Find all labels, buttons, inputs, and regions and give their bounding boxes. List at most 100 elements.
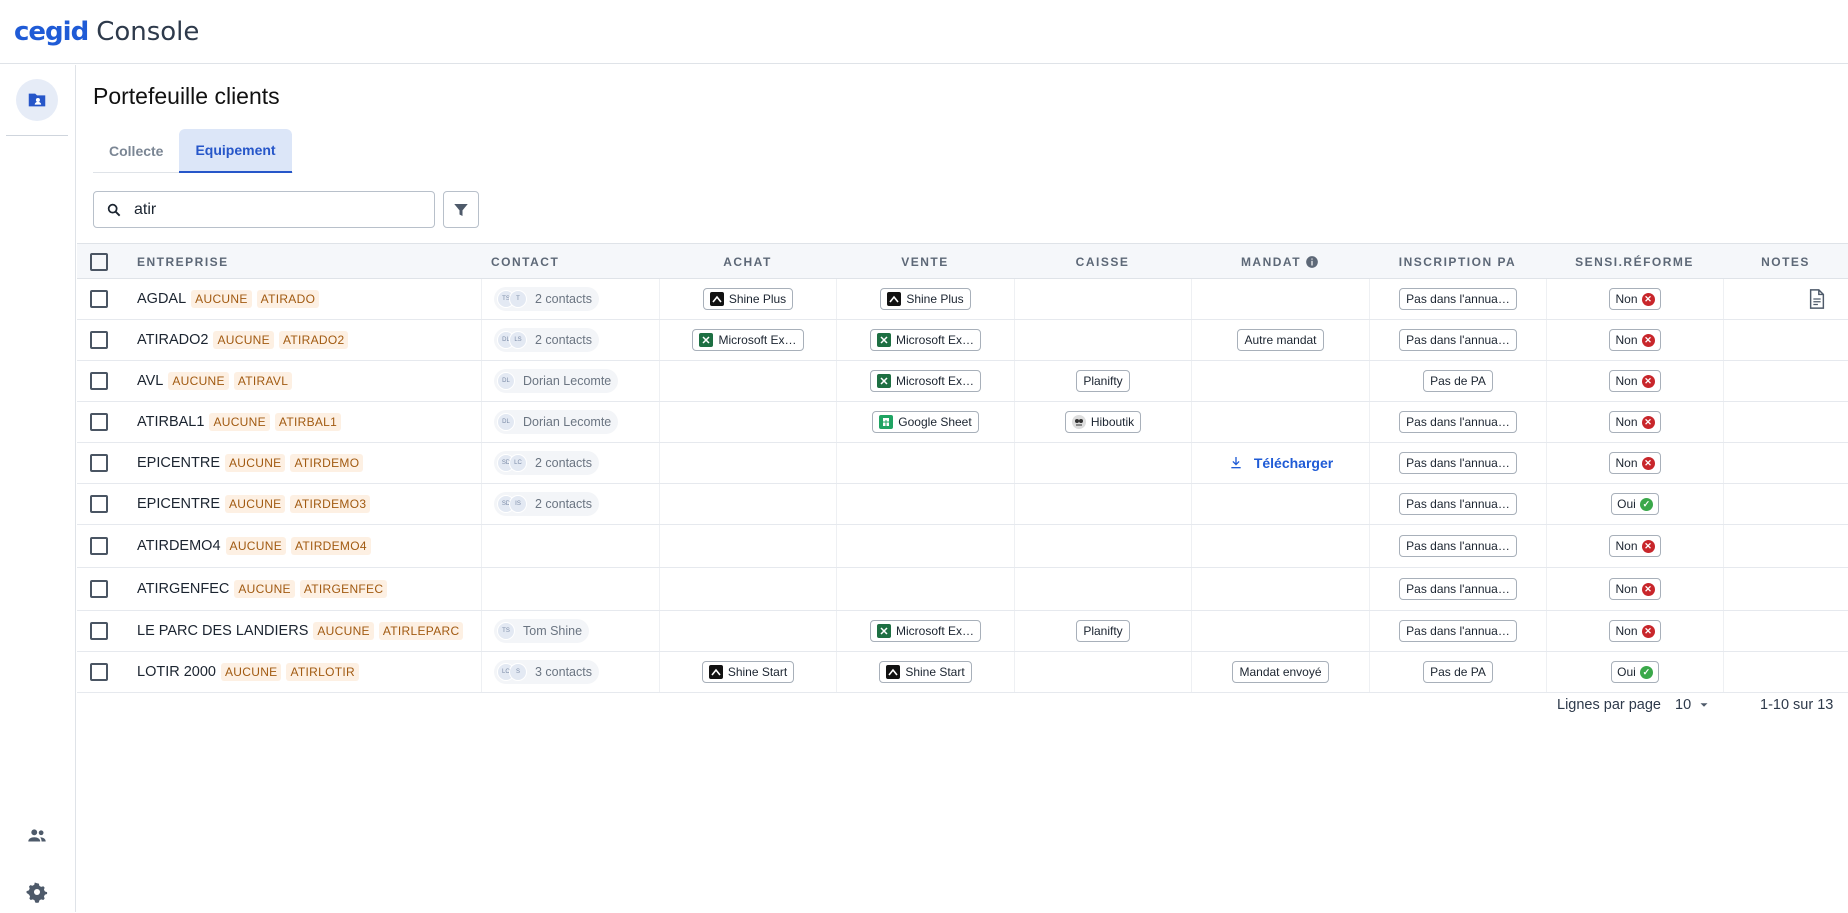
table-row[interactable]: AVL AUCUNE ATIRAVL DL Dorian Lecomte Microsof… xyxy=(77,361,1848,402)
row-checkbox[interactable] xyxy=(90,622,108,640)
download-mandat-link[interactable]: Télécharger xyxy=(1228,455,1333,471)
table-row[interactable]: ATIRBAL1 AUCUNE ATIRBAL1 DL Dorian Lecomte Go… xyxy=(77,402,1848,443)
vente-tool-chip[interactable]: Shine Plus xyxy=(880,288,971,310)
tab-equipement[interactable]: Equipement xyxy=(179,129,292,173)
table-row[interactable]: AGDAL AUCUNE ATIRADO TS T 2 contacts Shine Plu… xyxy=(77,279,1848,320)
row-checkbox[interactable] xyxy=(90,580,108,598)
row-checkbox[interactable] xyxy=(90,454,108,472)
inscription-pa-chip[interactable]: Pas dans l'annua… xyxy=(1399,493,1517,515)
contact-chip[interactable]: LO S 3 contacts xyxy=(494,660,599,684)
contact-chip[interactable]: DL Dorian Lecomte xyxy=(494,410,619,434)
table-row[interactable]: ATIRGENFEC AUCUNE ATIRGENFEC Pas dans l'ann… xyxy=(77,568,1848,611)
achat-tool-chip[interactable]: Shine Plus xyxy=(702,288,794,310)
col-mandat[interactable]: MANDAT xyxy=(1191,244,1369,279)
contact-chip[interactable]: DL LS 2 contacts xyxy=(494,328,599,352)
document-icon[interactable] xyxy=(1808,289,1826,309)
inscription-pa-chip[interactable]: Pas dans l'annua… xyxy=(1399,411,1517,433)
inscription-pa-chip[interactable]: Pas dans l'annua… xyxy=(1399,288,1517,310)
achat-tool-chip[interactable]: Shine Start xyxy=(701,661,795,683)
contact-label: Tom Shine xyxy=(523,624,583,638)
col-entreprise[interactable]: ENTREPRISE xyxy=(137,244,229,279)
company-name[interactable]: AVL xyxy=(137,373,163,389)
table-row[interactable]: ATIRADO2 AUCUNE ATIRADO2 DL LS 2 contacts Micr… xyxy=(77,320,1848,361)
sensi-reforme-badge[interactable]: Oui ✓ xyxy=(1611,661,1659,683)
col-contact[interactable]: CONTACT xyxy=(491,244,559,279)
contact-chip[interactable]: TS Tom Shine xyxy=(494,619,590,643)
col-notes[interactable]: NOTES xyxy=(1723,244,1848,279)
inscription-pa-chip[interactable]: Pas dans l'annua… xyxy=(1399,329,1517,351)
row-checkbox[interactable] xyxy=(90,495,108,513)
inscription-pa-chip[interactable]: Pas dans l'annua… xyxy=(1399,578,1517,600)
company-name[interactable]: ATIRBAL1 xyxy=(137,414,204,430)
col-sensi[interactable]: SENSI.RÉFORME xyxy=(1546,244,1723,279)
sensi-reforme-badge[interactable]: Non ✕ xyxy=(1609,620,1661,642)
search-input[interactable] xyxy=(134,200,414,219)
inscription-pa-chip[interactable]: Pas dans l'annua… xyxy=(1399,620,1517,642)
sensi-reforme-badge[interactable]: Non ✕ xyxy=(1609,535,1661,557)
settings-nav-button[interactable] xyxy=(16,871,58,913)
sensi-reforme-badge[interactable]: Non ✕ xyxy=(1609,288,1661,310)
users-nav-button[interactable] xyxy=(16,815,58,857)
row-checkbox[interactable] xyxy=(90,663,108,681)
shine-logo-icon xyxy=(886,665,901,679)
company-name[interactable]: LOTIR 2000 xyxy=(137,664,216,680)
select-all-checkbox[interactable] xyxy=(90,252,108,271)
table-row[interactable]: ATIRDEMO4 AUCUNE ATIRDEMO4 Pas dans l'annua… xyxy=(77,525,1848,568)
top-bar: cegid Console xyxy=(0,0,1848,64)
sensi-reforme-label: Oui xyxy=(1617,665,1636,679)
company-name[interactable]: ATIRGENFEC xyxy=(137,581,229,597)
company-name[interactable]: EPICENTRE xyxy=(137,496,220,512)
vente-tool-chip[interactable]: Microsoft Ex… xyxy=(869,329,981,351)
company-name[interactable]: LE PARC DES LANDIERS xyxy=(137,623,308,639)
caisse-tool-chip[interactable]: Planifty xyxy=(1076,620,1130,642)
row-checkbox[interactable] xyxy=(90,413,108,431)
table-row[interactable]: LE PARC DES LANDIERS AUCUNE ATIRLEPARC TS To… xyxy=(77,611,1848,652)
row-checkbox[interactable] xyxy=(90,331,108,349)
hiboutik-logo-icon xyxy=(1071,415,1086,429)
vente-tool-chip[interactable]: Microsoft Ex… xyxy=(869,370,981,392)
mandat-status-chip[interactable]: Mandat envoyé xyxy=(1232,661,1329,683)
contact-chip[interactable]: DL Dorian Lecomte xyxy=(494,369,619,393)
sensi-reforme-badge[interactable]: Non ✕ xyxy=(1609,578,1661,600)
info-icon[interactable] xyxy=(1305,255,1319,269)
vente-tool-chip[interactable]: Microsoft Ex… xyxy=(869,620,981,642)
sensi-reforme-badge[interactable]: Oui ✓ xyxy=(1611,493,1659,515)
col-caisse[interactable]: CAISSE xyxy=(1014,244,1191,279)
sensi-reforme-badge[interactable]: Non ✕ xyxy=(1609,329,1661,351)
company-name[interactable]: ATIRDEMO4 xyxy=(137,538,221,554)
company-name[interactable]: ATIRADO2 xyxy=(137,332,208,348)
achat-tool-chip[interactable]: Microsoft Ex… xyxy=(692,329,804,351)
filter-button[interactable] xyxy=(443,191,479,228)
contact-chip[interactable]: TS T 2 contacts xyxy=(494,287,599,311)
caisse-tool-chip[interactable]: Planifty xyxy=(1076,370,1130,392)
caisse-tool-chip[interactable]: Hiboutik xyxy=(1064,411,1142,433)
sensi-reforme-badge[interactable]: Non ✕ xyxy=(1609,411,1661,433)
table-row[interactable]: EPICENTRE AUCUNE ATIRDEMO SD LC 2 contacts Tél… xyxy=(77,443,1848,484)
table-row[interactable]: EPICENTRE AUCUNE ATIRDEMO3 SD IS 2 contacts Pa… xyxy=(77,484,1848,525)
row-checkbox[interactable] xyxy=(90,537,108,555)
inscription-pa-chip[interactable]: Pas de PA xyxy=(1423,661,1493,683)
row-checkbox[interactable] xyxy=(90,290,108,308)
sensi-reforme-label: Oui xyxy=(1617,497,1636,511)
vente-tool-chip[interactable]: Shine Start xyxy=(879,661,972,683)
company-name[interactable]: EPICENTRE xyxy=(137,455,220,471)
col-inscription[interactable]: INSCRIPTION PA xyxy=(1369,244,1546,279)
avatar: DL xyxy=(497,413,515,431)
sensi-reforme-badge[interactable]: Non ✕ xyxy=(1609,452,1661,474)
inscription-pa-chip[interactable]: Pas dans l'annua… xyxy=(1399,452,1517,474)
company-name[interactable]: AGDAL xyxy=(137,291,186,307)
rows-per-page-select[interactable]: 10 xyxy=(1675,697,1711,713)
row-checkbox[interactable] xyxy=(90,372,108,390)
contact-chip[interactable]: SD LC 2 contacts xyxy=(494,451,599,475)
col-vente[interactable]: VENTE xyxy=(836,244,1014,279)
client-portfolio-nav-button[interactable] xyxy=(16,79,58,121)
inscription-pa-chip[interactable]: Pas de PA xyxy=(1423,370,1493,392)
mandat-status-chip[interactable]: Autre mandat xyxy=(1237,329,1324,351)
contact-chip[interactable]: SD IS 2 contacts xyxy=(494,492,599,516)
tab-collecte[interactable]: Collecte xyxy=(93,129,179,173)
vente-tool-chip[interactable]: Google Sheet xyxy=(872,411,979,433)
col-achat[interactable]: ACHAT xyxy=(659,244,836,279)
inscription-pa-chip[interactable]: Pas dans l'annua… xyxy=(1399,535,1517,557)
cross-circle-icon: ✕ xyxy=(1641,333,1655,347)
sensi-reforme-badge[interactable]: Non ✕ xyxy=(1609,370,1661,392)
